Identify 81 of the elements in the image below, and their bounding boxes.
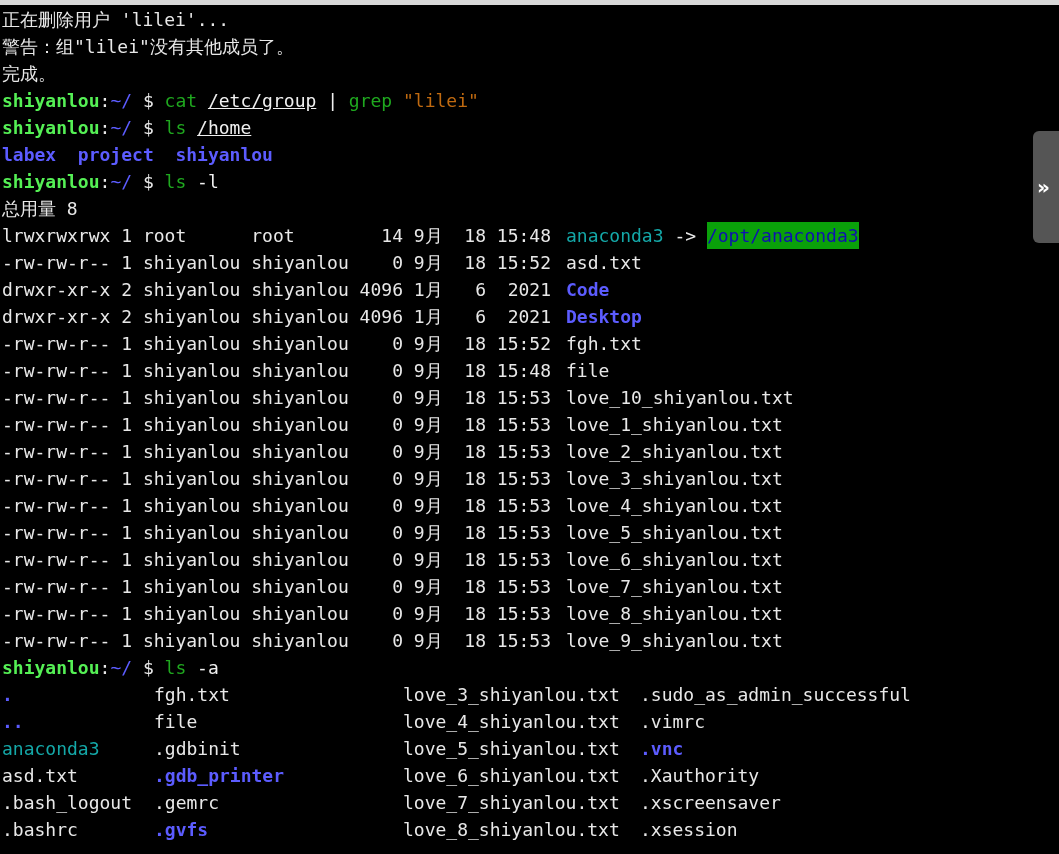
file-name: love_6_shiyanlou.txt — [403, 764, 620, 788]
file-name: asd.txt — [2, 764, 78, 788]
file-details: -rw-rw-r-- 1 shiyanlou shiyanlou 0 9月 18 15:53 — [2, 494, 552, 518]
file-details: -rw-rw-r-- 1 shiyanlou shiyanlou 0 9月 18 15:53 — [2, 440, 552, 464]
file-name: love_3_shiyanlou.txt — [566, 467, 783, 491]
file-name: love_1_shiyanlou.txt — [566, 413, 783, 437]
shell-prompt: shiyanlou:~/ $ — [2, 170, 154, 194]
directory-name: Desktop — [566, 305, 642, 329]
file-details: -rw-rw-r-- 1 shiyanlou shiyanlou 0 9月 18 15:52 — [2, 332, 552, 356]
command-name: ls — [164, 170, 187, 194]
link-arrow: -> — [674, 224, 697, 248]
directory-name: shiyanlou — [175, 143, 273, 167]
directory-name: .. — [2, 710, 24, 734]
symlink-name: anaconda3 — [2, 737, 100, 761]
file-name: love_7_shiyanlou.txt — [403, 791, 620, 815]
file-name: love_3_shiyanlou.txt — [403, 683, 620, 707]
option-argument: -a — [197, 656, 219, 680]
file-details: -rw-rw-r-- 1 shiyanlou shiyanlou 0 9月 18 15:53 — [2, 467, 552, 491]
file-name: file — [566, 359, 610, 383]
file-name: .xsession — [640, 818, 738, 842]
file-name: .vimrc — [640, 710, 706, 734]
directory-name: . — [2, 683, 13, 707]
option-argument: -l — [197, 170, 219, 194]
shell-prompt: shiyanlou:~/ $ — [2, 116, 154, 140]
file-name: love_5_shiyanlou.txt — [403, 737, 620, 761]
file-name: .gemrc — [154, 791, 220, 815]
file-name: love_7_shiyanlou.txt — [566, 575, 783, 599]
directory-name: labex — [2, 143, 57, 167]
command-name: grep — [348, 89, 393, 113]
file-name: love_10_shiyanlou.txt — [566, 386, 794, 410]
file-details: drwxr-xr-x 2 shiyanlou shiyanlou 4096 1月 6 2021 — [2, 278, 552, 302]
command-name: ls — [164, 656, 187, 680]
output-line: 正在删除用户 'lilei'... — [2, 8, 230, 32]
file-name: fgh.txt — [154, 683, 230, 707]
file-name: love_2_shiyanlou.txt — [566, 440, 783, 464]
symlink-name: anaconda3 — [566, 224, 664, 248]
output-line: 总用量 8 — [2, 197, 78, 221]
path-argument: /etc/group — [207, 89, 317, 113]
shell-prompt: shiyanlou:~/ $ — [2, 89, 154, 113]
file-name: fgh.txt — [566, 332, 642, 356]
command-name: ls — [164, 116, 187, 140]
pipe-symbol: | — [327, 89, 338, 113]
file-details: -rw-rw-r-- 1 shiyanlou shiyanlou 0 9月 18 15:53 — [2, 386, 552, 410]
file-details: -rw-rw-r-- 1 shiyanlou shiyanlou 0 9月 18 15:53 — [2, 521, 552, 545]
file-details: drwxr-xr-x 2 shiyanlou shiyanlou 4096 1月 6 2021 — [2, 305, 552, 329]
side-panel-toggle[interactable]: » — [1033, 131, 1059, 243]
file-details: -rw-rw-r-- 1 shiyanlou shiyanlou 0 9月 18 15:53 — [2, 575, 552, 599]
file-name: .bashrc — [2, 818, 78, 842]
file-name: love_9_shiyanlou.txt — [566, 629, 783, 653]
file-name: asd.txt — [566, 251, 642, 275]
output-line: 完成。 — [2, 62, 56, 86]
file-name: love_6_shiyanlou.txt — [566, 548, 783, 572]
file-name: .gdbinit — [154, 737, 241, 761]
output-line: 警告：组"lilei"没有其他成员了。 — [2, 35, 294, 59]
file-name: love_8_shiyanlou.txt — [566, 602, 783, 626]
file-name: file — [154, 710, 198, 734]
file-name: .sudo_as_admin_successful — [640, 683, 911, 707]
file-name: love_5_shiyanlou.txt — [566, 521, 783, 545]
link-target: /opt/anaconda3 — [706, 222, 859, 249]
file-name: .bash_logout — [2, 791, 133, 815]
file-name: love_8_shiyanlou.txt — [403, 818, 620, 842]
file-name: .Xauthority — [640, 764, 760, 788]
file-name: love_4_shiyanlou.txt — [403, 710, 620, 734]
directory-name: project — [77, 143, 154, 167]
shell-prompt: shiyanlou:~/ $ — [2, 656, 154, 680]
directory-name: Code — [566, 278, 610, 302]
directory-name: .gdb_printer — [154, 764, 285, 788]
file-name: .xscreensaver — [640, 791, 781, 815]
command-name: cat — [164, 89, 198, 113]
quoted-string: "lilei" — [403, 89, 479, 113]
file-details: -rw-rw-r-- 1 shiyanlou shiyanlou 0 9月 18 15:53 — [2, 602, 552, 626]
file-details: -rw-rw-r-- 1 shiyanlou shiyanlou 0 9月 18 15:53 — [2, 413, 552, 437]
file-details: -rw-rw-r-- 1 shiyanlou shiyanlou 0 9月 18 15:53 — [2, 629, 552, 653]
file-details: lrwxrwxrwx 1 root root 14 9月 18 15:48 — [2, 224, 552, 248]
directory-name: .gvfs — [154, 818, 209, 842]
file-name: love_4_shiyanlou.txt — [566, 494, 783, 518]
path-argument: /home — [197, 116, 252, 140]
file-details: -rw-rw-r-- 1 shiyanlou shiyanlou 0 9月 18 15:48 — [2, 359, 552, 383]
file-details: -rw-rw-r-- 1 shiyanlou shiyanlou 0 9月 18 15:52 — [2, 251, 552, 275]
directory-name: .vnc — [640, 737, 684, 761]
file-details: -rw-rw-r-- 1 shiyanlou shiyanlou 0 9月 18 15:53 — [2, 548, 552, 572]
